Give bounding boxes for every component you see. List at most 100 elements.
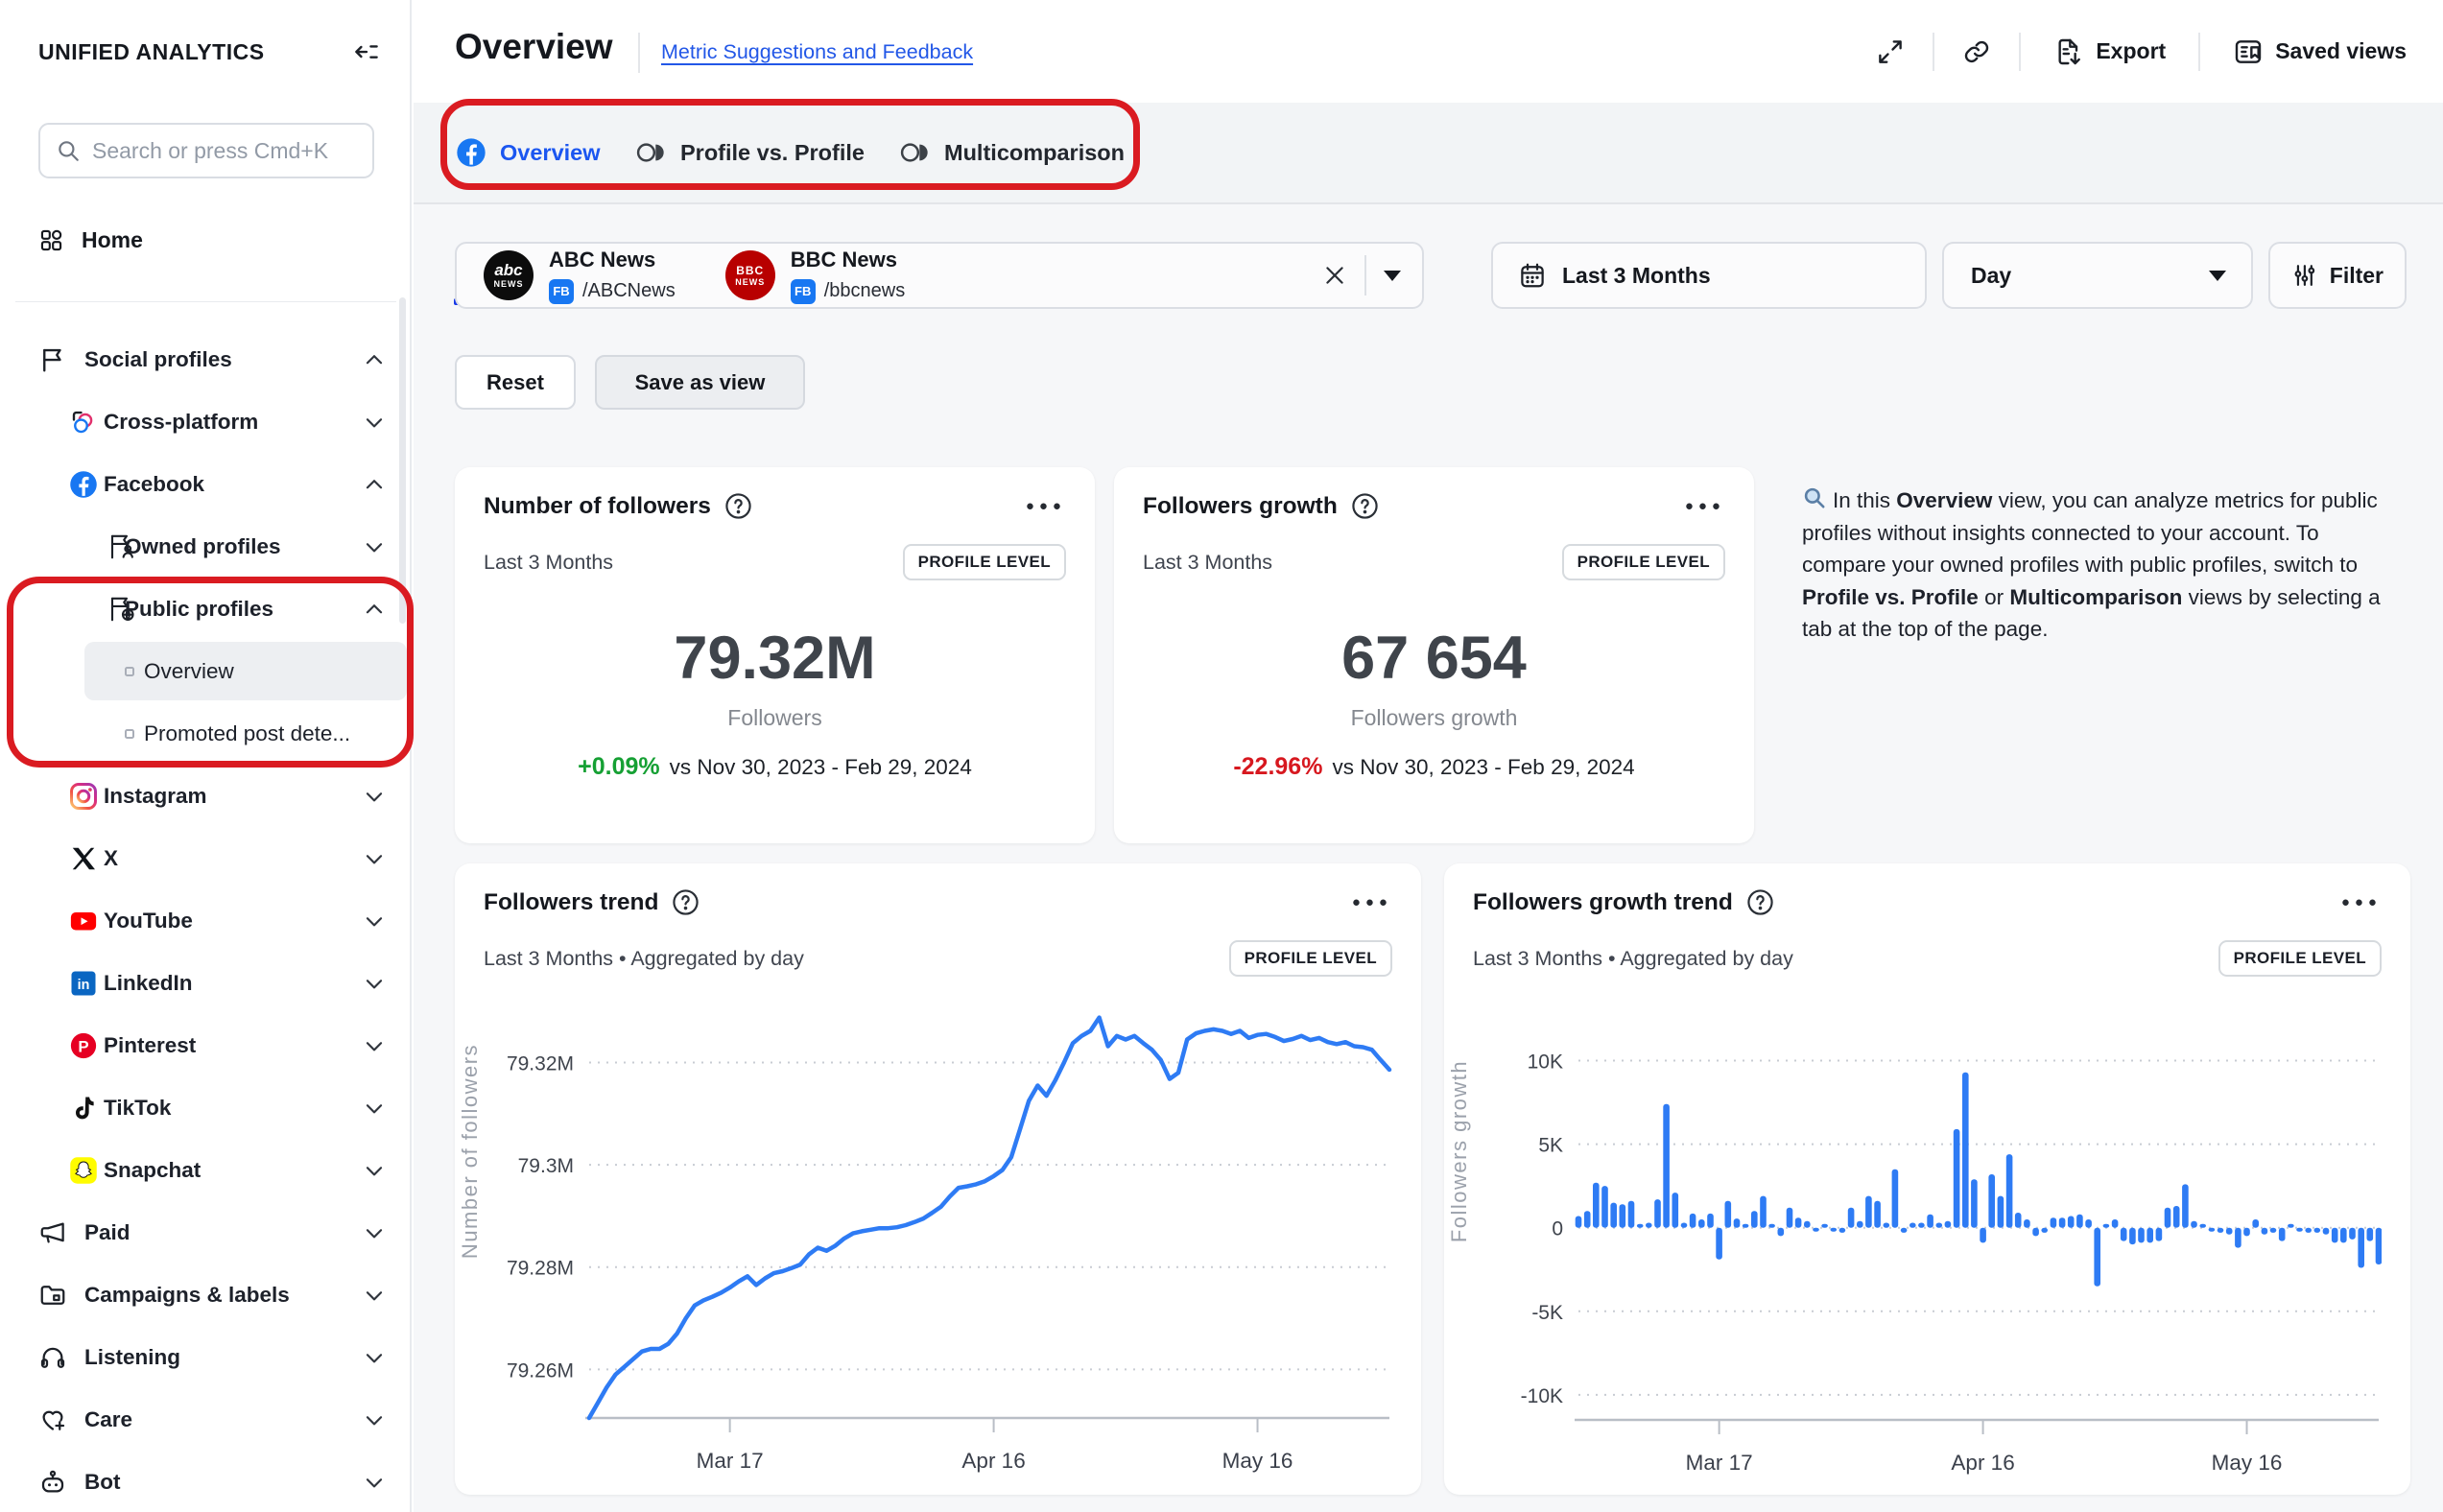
help-icon[interactable] <box>1351 492 1379 520</box>
saved-views-icon <box>2233 36 2264 67</box>
svg-text:May 16: May 16 <box>1222 1449 1293 1473</box>
card-menu-icon[interactable]: ●●● <box>1685 498 1725 514</box>
followers-value: 79.32M <box>455 624 1095 693</box>
sidebar-item-linkedin[interactable]: inLinkedIn <box>0 952 412 1014</box>
sidebar-item-snapchat[interactable]: Snapchat <box>0 1139 412 1201</box>
sidebar-item-label: Bot <box>84 1470 121 1495</box>
chevron-down-icon[interactable] <box>362 909 387 933</box>
svg-text:0: 0 <box>1552 1218 1563 1240</box>
sidebar-item-pinterest[interactable]: P Pinterest <box>0 1014 412 1076</box>
export-button[interactable]: Export <box>2046 31 2173 73</box>
facebook-badge-icon: FB <box>791 279 816 304</box>
profile-chip-abc-news[interactable]: abcNEWS ABC News FB /ABCNews <box>484 248 676 304</box>
tab-profile-vs-profile[interactable]: Profile vs. Profile <box>636 103 865 202</box>
chevron-down-icon[interactable] <box>362 1407 387 1432</box>
sidebar-item-facebook[interactable]: Facebook <box>0 453 412 515</box>
chevron-up-icon[interactable] <box>362 472 387 497</box>
bullet-icon <box>115 720 144 748</box>
sidebar-item-bot[interactable]: Bot <box>0 1451 412 1512</box>
sidebar-item-paid[interactable]: Paid <box>0 1201 412 1264</box>
svg-text:in: in <box>78 978 90 993</box>
sidebar-item-care[interactable]: Care <box>0 1388 412 1451</box>
chevron-down-icon[interactable] <box>362 1158 387 1183</box>
app-window: UNIFIED ANALYTICS Home Social profilesCr… <box>0 0 2443 1512</box>
sidebar-item-listening[interactable]: Listening <box>0 1326 412 1388</box>
help-icon[interactable] <box>1746 888 1774 916</box>
sidebar-item-label: Pinterest <box>104 1033 196 1058</box>
chevron-down-icon[interactable] <box>362 1096 387 1121</box>
help-icon[interactable] <box>672 888 700 916</box>
save-as-view-button[interactable]: Save as view <box>595 355 805 410</box>
date-range-button[interactable]: Last 3 Months <box>1491 242 1927 309</box>
followers-trend-chart[interactable]: 79.32M79.3M79.28M79.26MMar 17Apr 16May 1… <box>484 983 1392 1482</box>
chevron-up-icon[interactable] <box>362 597 387 622</box>
profile-selector[interactable]: abcNEWS ABC News FB /ABCNews BBCNEWS BBC… <box>455 242 1424 309</box>
sidebar-item-label: Cross-platform <box>104 410 258 435</box>
profile-dropdown-caret[interactable] <box>1384 271 1401 281</box>
chevron-down-icon[interactable] <box>362 534 387 559</box>
chevron-down-icon[interactable] <box>362 1283 387 1308</box>
followers-growth-trend-chart[interactable]: 10K5K0-5K-10KMar 17Apr 16May 16 <box>1473 983 2382 1482</box>
snapchat-icon <box>69 1156 98 1185</box>
growth-value: 67 654 <box>1114 624 1754 693</box>
copy-link-icon[interactable] <box>1959 35 1994 69</box>
sidebar-item-overview[interactable]: Overview <box>0 640 412 702</box>
chevron-down-icon[interactable] <box>362 784 387 809</box>
sidebar-item-label: Owned profiles <box>125 534 281 559</box>
chevron-down-icon[interactable] <box>362 971 387 996</box>
reset-button[interactable]: Reset <box>455 355 576 410</box>
sidebar-scrollbar[interactable] <box>399 297 406 624</box>
sidebar-item-social-profiles[interactable]: Social profiles <box>0 328 412 390</box>
filter-button[interactable]: Filter <box>2268 242 2407 309</box>
sidebar-item-promoted-post-detail[interactable]: Promoted post dete... <box>0 702 412 765</box>
page-header: Overview Metric Suggestions and Feedback… <box>414 0 2443 103</box>
profile-level-badge: PROFILE LEVEL <box>1562 544 1725 580</box>
chevron-down-icon[interactable] <box>362 1033 387 1058</box>
sidebar-item-cross-platform[interactable]: Cross-platform <box>0 390 412 453</box>
sidebar-item-label: Listening <box>84 1345 180 1370</box>
care-icon <box>38 1406 67 1434</box>
sidebar-item-owned-profiles[interactable]: Owned profiles <box>0 515 412 578</box>
chevron-down-icon[interactable] <box>362 1220 387 1245</box>
tab-multicomparison[interactable]: Multicomparison <box>900 103 1125 202</box>
card-followers-trend: Followers trend ●●● Last 3 Months • Aggr… <box>455 863 1421 1495</box>
granularity-dropdown[interactable]: Day <box>1942 242 2253 309</box>
sidebar-item-label: Overview <box>144 659 234 684</box>
expand-icon[interactable] <box>1873 35 1908 69</box>
sidebar-item-label: Snapchat <box>104 1158 201 1183</box>
chevron-down-icon[interactable] <box>362 1470 387 1495</box>
chevron-down-icon[interactable] <box>362 846 387 871</box>
profile-level-badge: PROFILE LEVEL <box>2218 940 2382 977</box>
sidebar-item-youtube[interactable]: YouTube <box>0 889 412 952</box>
sidebar-item-x[interactable]: X <box>0 827 412 889</box>
magnifier-icon <box>1802 485 1827 510</box>
facebook-icon <box>456 137 486 168</box>
saved-views-button[interactable]: Saved views <box>2225 31 2414 73</box>
card-title: Followers growth trend <box>1473 889 1733 916</box>
card-followers-growth: Followers growth ●●● Last 3 Months PROFI… <box>1114 467 1754 843</box>
abc-news-avatar: abcNEWS <box>484 250 534 300</box>
profile-chip-bbc-news[interactable]: BBCNEWS BBC News FB /bbcnews <box>725 248 906 304</box>
metric-suggestions-link[interactable]: Metric Suggestions and Feedback <box>661 40 973 64</box>
chevron-up-icon[interactable] <box>362 347 387 372</box>
chevron-down-icon[interactable] <box>362 410 387 435</box>
bbc-news-avatar: BBCNEWS <box>725 250 775 300</box>
help-icon[interactable] <box>724 492 752 520</box>
svg-text:P: P <box>78 1037 88 1055</box>
tab-overview[interactable]: Overview <box>456 103 601 202</box>
sidebar-item-instagram[interactable]: Instagram <box>0 765 412 827</box>
svg-text:5K: 5K <box>1538 1135 1563 1157</box>
sidebar-nav: Social profiles Cross-platform Facebook Own… <box>0 0 410 1512</box>
card-menu-icon[interactable]: ●●● <box>1026 498 1066 514</box>
y-axis-title: Followers growth <box>1442 998 1477 1305</box>
sidebar-item-public-profiles[interactable]: Public profiles <box>0 578 412 640</box>
card-menu-icon[interactable]: ●●● <box>2341 894 2382 910</box>
svg-text:79.3M: 79.3M <box>518 1155 574 1177</box>
card-menu-icon[interactable]: ●●● <box>1352 894 1392 910</box>
sidebar-item-label: Social profiles <box>84 347 232 372</box>
sidebar-item-campaigns-labels[interactable]: Campaigns & labels <box>0 1264 412 1326</box>
chevron-down-icon[interactable] <box>362 1345 387 1370</box>
sidebar-item-tiktok[interactable]: TikTok <box>0 1076 412 1139</box>
clear-profiles-icon[interactable] <box>1322 263 1347 288</box>
profile-level-badge: PROFILE LEVEL <box>1229 940 1392 977</box>
